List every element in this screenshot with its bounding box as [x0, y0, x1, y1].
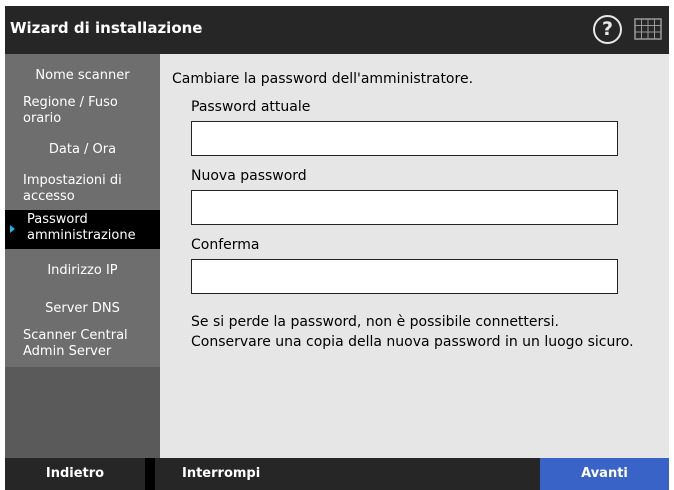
password-warning-note: Se si perde la password, non è possibile… — [191, 312, 634, 352]
current-password-label: Password attuale — [191, 99, 311, 115]
stop-button[interactable]: Interrompi — [155, 458, 277, 490]
sidebar-item-label: Password amministrazione — [27, 212, 136, 243]
next-button[interactable]: Avanti — [540, 458, 669, 490]
window-title: Wizard di installazione — [10, 19, 203, 37]
sidebar-item-server-dns[interactable]: Server DNS — [5, 301, 160, 317]
sidebar-item-label: Server DNS — [45, 301, 120, 316]
warning-line-2: Conservare una copia della nuova passwor… — [191, 334, 634, 350]
sidebar-item-label: Impostazioni di accesso — [23, 173, 122, 204]
button-divider — [145, 458, 155, 490]
sidebar-item-password-amministrazione[interactable]: Password amministrazione — [5, 210, 160, 249]
confirm-password-field[interactable] — [191, 259, 618, 294]
current-password-field[interactable] — [191, 121, 618, 156]
sidebar-item-scanner-central-admin-server[interactable]: Scanner Central Admin Server — [5, 328, 155, 360]
sidebar-item-label: Scanner Central Admin Server — [23, 328, 128, 359]
sidebar-item-label: Indirizzo IP — [47, 263, 118, 278]
new-password-field[interactable] — [191, 190, 618, 225]
sidebar-item-label: Nome scanner — [35, 68, 130, 83]
sidebar-item-label: Data / Ora — [48, 142, 117, 157]
sidebar-empty-area — [5, 367, 160, 458]
sidebar-item-indirizzo-ip[interactable]: Indirizzo IP — [5, 263, 160, 279]
wizard-steps-sidebar: Nome scanner Regione / Fuso orario Data … — [5, 54, 160, 458]
sidebar-item-impostazioni-accesso[interactable]: Impostazioni di accesso — [5, 173, 150, 205]
sidebar-item-regione-fuso-orario[interactable]: Regione / Fuso orario — [5, 95, 145, 127]
confirm-password-label: Conferma — [191, 237, 260, 253]
warning-line-1: Se si perde la password, non è possibile… — [191, 314, 559, 330]
help-icon[interactable]: ? — [593, 15, 622, 44]
title-bar: Wizard di installazione ? — [5, 6, 669, 54]
sidebar-item-nome-scanner[interactable]: Nome scanner — [5, 68, 160, 84]
keyboard-icon[interactable] — [634, 18, 662, 40]
instruction-text: Cambiare la password dell'amministratore… — [172, 71, 474, 87]
password-form-panel: Cambiare la password dell'amministratore… — [160, 54, 669, 458]
installation-wizard-window: Wizard di installazione ? Nome scanner R… — [5, 6, 669, 490]
active-step-marker-icon — [10, 225, 15, 233]
wizard-navigation-bar: Indietro Interrompi Avanti — [5, 458, 669, 490]
sidebar-item-label: Regione / Fuso orario — [23, 95, 118, 126]
new-password-label: Nuova password — [191, 168, 307, 184]
sidebar-item-data-ora[interactable]: Data / Ora — [5, 142, 160, 158]
back-button[interactable]: Indietro — [5, 458, 145, 490]
